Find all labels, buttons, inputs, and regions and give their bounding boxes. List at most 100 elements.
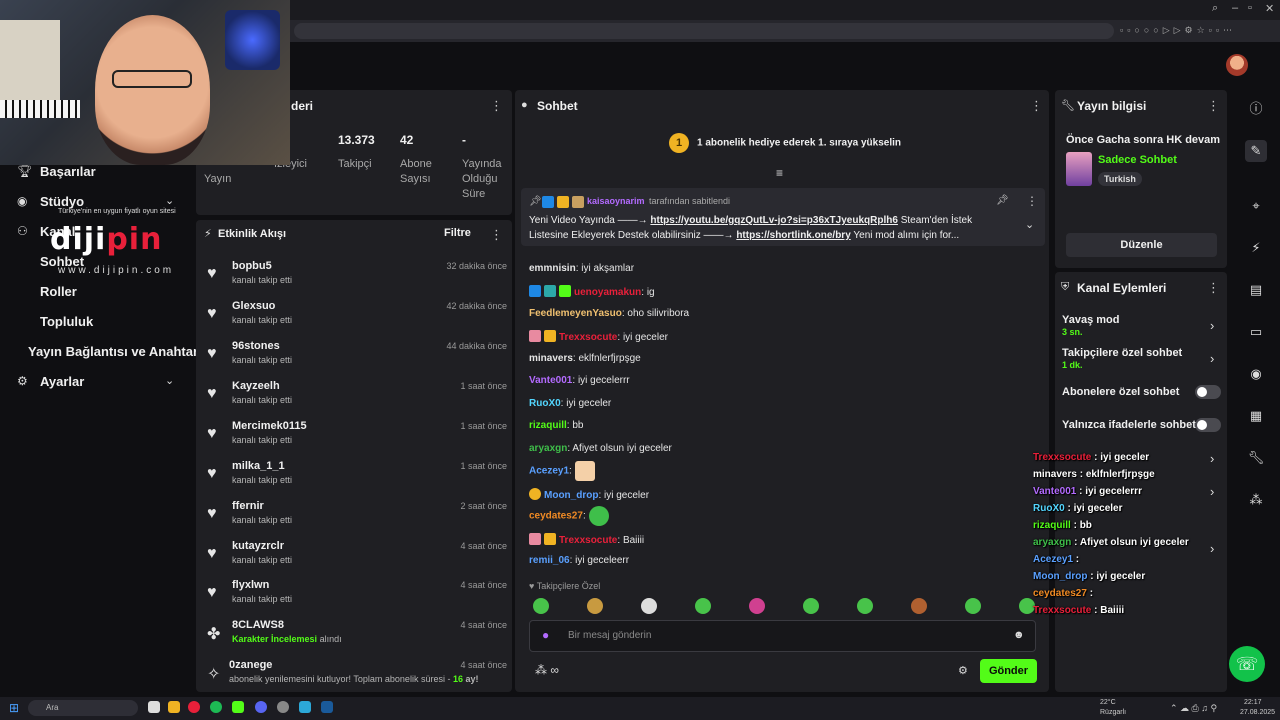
broadcast-icon[interactable]: ◉ (1245, 363, 1267, 385)
emote-icon[interactable] (587, 598, 603, 614)
overlay-chat-line: Vante001 : iyi gecelerrr (1033, 486, 1142, 497)
browser-icon[interactable] (188, 701, 200, 713)
app-icon[interactable] (299, 701, 311, 713)
task-view-icon[interactable] (148, 701, 160, 713)
nav-community[interactable]: Topluluk (40, 314, 93, 329)
edit-button[interactable]: Düzenle (1066, 233, 1217, 257)
emoji-icon[interactable]: ☻ (1013, 629, 1025, 641)
discord-icon[interactable] (255, 701, 267, 713)
clock-time[interactable]: 22:17 (1244, 699, 1262, 706)
pinned-by-user[interactable]: kaisaoynarim (587, 196, 645, 206)
more-icon[interactable]: ⋮ (490, 98, 503, 114)
overlay-chat-line: RuoX0 : iyi geceler (1033, 503, 1123, 514)
overlay-chat-line: Acezey1 : (1033, 554, 1080, 565)
points-icon[interactable]: ⁂ ∞ (535, 663, 559, 677)
focus-icon[interactable]: ⌖ (1245, 195, 1267, 217)
heart-icon: ♥ (207, 505, 217, 522)
youtube-link[interactable]: https://youtu.be/gqzQutLv-jo?si=p36xTJye… (650, 215, 898, 226)
document-icon[interactable]: ▤ (1245, 279, 1267, 301)
heart-icon: ♥ (207, 385, 217, 402)
support-icon[interactable]: ☏ (1229, 646, 1265, 682)
profile-avatar[interactable] (1226, 54, 1248, 76)
trophy-icon: 🏆︎ (17, 164, 33, 178)
emote-icon[interactable] (695, 598, 711, 614)
stat-subs-label: Abone Sayısı (400, 158, 432, 185)
layout-icon[interactable]: ▦ (1245, 405, 1267, 427)
system-tray-icons[interactable]: ⌃ ☁ ⎙ ♫ ⚲ (1170, 703, 1217, 714)
microphone-icon[interactable]: ● (542, 628, 549, 642)
file-explorer-icon[interactable] (168, 701, 180, 713)
gift-sub-banner[interactable]: 11 abonelik hediye ederek 1. sıraya yüks… (669, 133, 901, 153)
lightning-icon[interactable]: ⚡︎ (1245, 237, 1267, 259)
maximize-icon[interactable]: ▫ (1248, 2, 1252, 14)
activity-item: ♥ flyxlwn kanalı takip etti 4 saat önce (207, 579, 507, 604)
emote-icon[interactable] (803, 598, 819, 614)
nav-stream-key[interactable]: Yayın Bağlantısı ve Anahtarı (28, 344, 202, 359)
overlay-chat-line: minavers : eklfnlerfjrpşge (1033, 469, 1155, 480)
chevron-down-icon[interactable]: ⌄ (1025, 218, 1034, 231)
overlay-chat-line: rizaquill : bb (1033, 520, 1092, 531)
emote-bar[interactable] (533, 598, 1073, 617)
shortlink-link[interactable]: https://shortlink.one/bry (736, 230, 850, 241)
chevron-down-icon[interactable]: ⌄ (165, 194, 174, 207)
emote-icon[interactable] (533, 598, 549, 614)
chat-message: minavers: eklfnlerfjrpşge (529, 353, 641, 364)
wrench-icon: 🔧︎ (1061, 100, 1075, 112)
chevron-right-icon[interactable]: › (1210, 318, 1214, 333)
heart-icon: ♥ (207, 465, 217, 482)
followers-only-chat-label[interactable]: Takipçilere özel sohbet (1062, 347, 1182, 359)
nav-studio[interactable]: Stüdyo (40, 194, 84, 209)
more-icon[interactable]: ⋮ (1026, 194, 1038, 208)
heart-icon: ♥ (207, 425, 217, 442)
more-icon[interactable]: ⋮ (1030, 98, 1043, 114)
slow-mode-label[interactable]: Yavaş mod (1062, 314, 1119, 326)
steam-icon[interactable] (321, 701, 333, 713)
nav-roles[interactable]: Roller (40, 284, 77, 299)
chevron-right-icon[interactable]: › (1210, 541, 1214, 556)
channel-actions-title: Kanal Eylemleri (1077, 281, 1167, 295)
emote-icon[interactable] (911, 598, 927, 614)
chevron-down-icon[interactable]: ⌄ (165, 374, 174, 387)
filter-button[interactable]: Filtre (444, 227, 471, 239)
chevron-right-icon[interactable]: › (1210, 484, 1214, 499)
spotify-icon[interactable] (210, 701, 222, 713)
users-icon: ⚇ (17, 224, 28, 238)
emote-icon[interactable] (749, 598, 765, 614)
emotes-only-toggle[interactable] (1195, 418, 1221, 432)
close-icon[interactable]: ✕ (1265, 2, 1274, 15)
category-name[interactable]: Sadece Sohbet (1098, 154, 1177, 166)
chat-icon[interactable]: ▭ (1245, 321, 1267, 343)
more-icon[interactable]: ⋮ (490, 227, 503, 243)
emote-icon[interactable] (641, 598, 657, 614)
pencil-icon[interactable]: ✎ (1245, 140, 1267, 162)
stat-uptime-label: Yayında Olduğu Süre (462, 158, 502, 200)
minimize-icon[interactable]: – (1232, 2, 1238, 14)
category-thumbnail[interactable] (1066, 152, 1092, 186)
taskbar-search[interactable]: Ara (28, 700, 138, 716)
weather-temp[interactable]: 22°C (1100, 699, 1116, 706)
kick-icon[interactable] (232, 701, 244, 713)
stats-panel-title: deri (291, 99, 314, 113)
points-icon[interactable]: ⁂ (1245, 489, 1267, 511)
collapse-icon[interactable]: ≡ (776, 166, 783, 180)
wrench-icon[interactable]: 🔧︎ (1245, 447, 1267, 469)
chevron-right-icon[interactable]: › (1210, 351, 1214, 366)
subscribers-only-toggle[interactable] (1195, 385, 1221, 399)
nav-achievements[interactable]: Başarılar (40, 164, 96, 179)
more-icon[interactable]: ⋮ (1207, 98, 1220, 114)
activity-item: ♥ milka_1_1 kanalı takip etti 1 saat önce (207, 460, 507, 485)
emote-icon[interactable] (857, 598, 873, 614)
info-icon[interactable]: ⓘ (1245, 98, 1267, 120)
gear-icon[interactable]: ⚙ (958, 664, 968, 677)
send-button[interactable]: Gönder (980, 659, 1037, 683)
url-field[interactable] (294, 23, 1114, 39)
unpin-icon[interactable]: 📌︎ (996, 195, 1009, 206)
chevron-right-icon[interactable]: › (1210, 451, 1214, 466)
obs-icon[interactable] (277, 701, 289, 713)
nav-settings[interactable]: Ayarlar (40, 374, 84, 389)
windows-start-icon[interactable]: ⊞ (9, 701, 19, 715)
emote-icon[interactable] (965, 598, 981, 614)
search-icon[interactable]: ⌕ (1212, 2, 1218, 15)
extensions-icon[interactable]: ▫▫○○○▷▷⚙☆▫▫⋯ (1120, 25, 1236, 36)
more-icon[interactable]: ⋮ (1207, 280, 1220, 296)
